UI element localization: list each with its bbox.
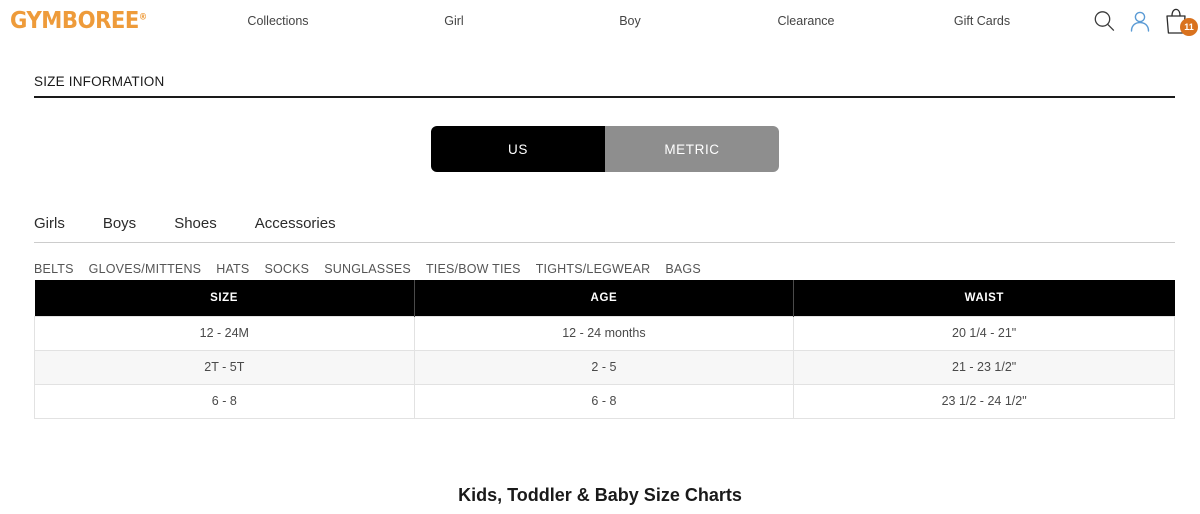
unit-toggle-metric[interactable]: METRIC	[605, 126, 779, 172]
subnav-item-sunglasses[interactable]: SUNGLASSES	[324, 262, 411, 276]
cell-waist: 21 - 23 1/2"	[793, 349, 1175, 385]
search-icon[interactable]	[1090, 6, 1118, 36]
bottom-section-heading: Kids, Toddler & Baby Size Charts	[458, 485, 742, 505]
table-row: 6 - 8 6 - 8 23 1/2 - 24 1/2"	[34, 383, 1175, 419]
cell-size: 2T - 5T	[34, 349, 415, 385]
tab-girls[interactable]: Girls	[34, 215, 103, 232]
size-chart-head: SIZE AGE WAIST	[34, 280, 1175, 316]
cell-waist: 23 1/2 - 24 1/2"	[793, 383, 1175, 419]
subnav-item-bags[interactable]: BAGS	[665, 262, 701, 276]
subnav-item-hats[interactable]: HATS	[216, 262, 249, 276]
bag-count-badge: 11	[1180, 18, 1198, 36]
nav-item-gift-cards[interactable]: Gift Cards	[894, 14, 1070, 28]
cell-age: 6 - 8	[413, 383, 795, 419]
brand-logo[interactable]: GYMBOREE®	[10, 8, 147, 34]
cell-age: 12 - 24 months	[413, 315, 795, 351]
tab-accessories[interactable]: Accessories	[255, 215, 374, 232]
nav-item-boy[interactable]: Boy	[542, 14, 718, 28]
header-icon-group: 11	[1090, 6, 1198, 36]
table-header-row: SIZE AGE WAIST	[34, 280, 1175, 316]
category-tabs: Girls Boys Shoes Accessories	[34, 215, 1175, 243]
tabs-divider	[34, 242, 1175, 243]
cell-age: 2 - 5	[413, 349, 795, 385]
nav-item-clearance[interactable]: Clearance	[718, 14, 894, 28]
tab-boys[interactable]: Boys	[103, 215, 174, 232]
category-tabs-row: Girls Boys Shoes Accessories	[34, 215, 1175, 242]
table-row: 2T - 5T 2 - 5 21 - 23 1/2"	[34, 349, 1175, 385]
unit-toggle-us[interactable]: US	[431, 126, 605, 172]
size-information-section: SIZE INFORMATION	[34, 74, 1175, 98]
column-header-age: AGE	[414, 280, 795, 316]
cell-size: 6 - 8	[34, 383, 415, 419]
site-header: GYMBOREE® Collections Girl Boy Clearance…	[0, 0, 1200, 45]
cell-waist: 20 1/4 - 21"	[793, 315, 1175, 351]
primary-nav: Collections Girl Boy Clearance Gift Card…	[190, 14, 1070, 28]
shopping-bag-button[interactable]: 11	[1162, 6, 1198, 36]
registered-mark: ®	[138, 12, 148, 23]
column-header-size: SIZE	[34, 280, 415, 316]
size-chart-body: 12 - 24M 12 - 24 months 20 1/4 - 21" 2T …	[34, 315, 1175, 419]
user-icon[interactable]	[1126, 6, 1154, 36]
unit-toggle: US METRIC	[431, 126, 779, 172]
nav-item-girl[interactable]: Girl	[366, 14, 542, 28]
size-chart-table: SIZE AGE WAIST 12 - 24M 12 - 24 months 2…	[34, 280, 1175, 419]
subnav-item-gloves-mittens[interactable]: GLOVES/MITTENS	[89, 262, 202, 276]
nav-item-collections[interactable]: Collections	[190, 14, 366, 28]
subnav-item-ties-bow-ties[interactable]: TIES/BOW TIES	[426, 262, 521, 276]
cell-size: 12 - 24M	[34, 315, 415, 351]
brand-logo-text: GYMBOREE	[10, 8, 139, 34]
table-row: 12 - 24M 12 - 24 months 20 1/4 - 21"	[34, 315, 1175, 351]
subnav-item-socks[interactable]: SOCKS	[264, 262, 309, 276]
subcategory-nav: BELTS GLOVES/MITTENS HATS SOCKS SUNGLASS…	[34, 262, 701, 276]
subnav-item-tights-legwear[interactable]: TIGHTS/LEGWEAR	[536, 262, 651, 276]
subnav-item-belts[interactable]: BELTS	[34, 262, 74, 276]
tab-shoes[interactable]: Shoes	[174, 215, 255, 232]
page-title: SIZE INFORMATION	[34, 74, 165, 89]
title-divider	[34, 96, 1175, 98]
column-header-waist: WAIST	[793, 280, 1175, 316]
